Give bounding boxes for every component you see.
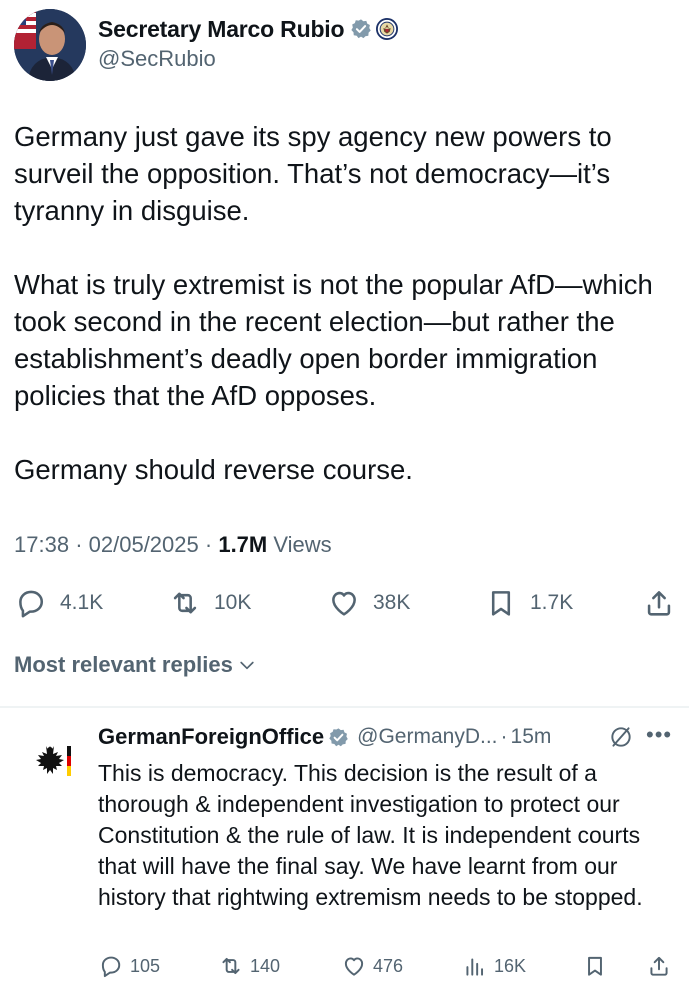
author-handle[interactable]: @SecRubio [98, 46, 398, 72]
bookmark-icon [491, 591, 511, 616]
replies-sort-dropdown[interactable]: Most relevant replies [14, 652, 257, 678]
views-count: 1.7M [218, 532, 268, 557]
tweet-author[interactable]: Secretary Marco Rubio @SecRubio [14, 9, 399, 81]
share-button[interactable] [642, 584, 676, 622]
repost-icon [222, 957, 240, 975]
verified-badge-icon [329, 727, 348, 746]
reply-like-button[interactable]: 476 [341, 950, 403, 982]
reply-share-button[interactable] [646, 950, 672, 982]
views-bar-chart-icon [466, 958, 484, 976]
reply-time[interactable]: 15m [511, 725, 552, 749]
tweet-meta: 17:38 · 02/05/2025 · 1.7M Views [14, 532, 332, 558]
chevron-down-icon [240, 661, 254, 670]
author-avatar[interactable] [14, 9, 86, 81]
reply-bubble-icon [101, 956, 121, 978]
reply-button[interactable]: 4.1K [14, 584, 103, 622]
state-department-seal-icon [376, 18, 399, 40]
repost-icon [173, 592, 197, 614]
author-name[interactable]: Secretary Marco Rubio [98, 16, 345, 43]
reply-actions: 105 140 476 16K [98, 950, 678, 982]
tweet-date[interactable]: 02/05/2025 [89, 532, 199, 557]
tweet-paragraph: Germany should reverse course. [14, 454, 413, 485]
divider [0, 706, 689, 708]
reply-views-count: 16K [494, 955, 527, 976]
tweet-paragraph: Germany just gave its spy agency new pow… [14, 121, 612, 226]
reply-repost-count: 140 [250, 955, 281, 976]
replies-sort-label: Most relevant replies [14, 652, 233, 677]
views-label: Views [273, 532, 332, 557]
share-icon [647, 591, 671, 616]
repost-button[interactable]: 10K [168, 584, 251, 622]
heart-icon [332, 591, 356, 616]
reply-bookmark-button[interactable] [582, 950, 608, 982]
reply-author-handle[interactable]: @GermanyD... [357, 725, 497, 749]
reply-author-name[interactable]: GermanForeignOffice [98, 724, 324, 750]
meta-separator: · [204, 532, 219, 557]
share-icon [650, 956, 668, 976]
reply-reply-button[interactable]: 105 [98, 950, 160, 982]
reply-repost-button[interactable]: 140 [218, 950, 280, 982]
grok-icon[interactable] [608, 724, 634, 750]
tweet-paragraph: What is truly extremist is not the popul… [14, 269, 653, 411]
bookmark-button[interactable]: 1.7K [484, 584, 573, 622]
more-options-icon[interactable]: ••• [646, 722, 672, 748]
repost-count: 10K [214, 591, 252, 614]
meta-separator: · [75, 532, 89, 557]
reply-header: GermanForeignOffice @GermanyD... · 15m •… [98, 720, 678, 754]
reply-count: 4.1K [60, 591, 104, 614]
tweet-time[interactable]: 17:38 [14, 532, 69, 557]
tweet-body: Germany just gave its spy agency new pow… [14, 118, 674, 488]
reply-bubble-icon [19, 590, 44, 618]
german-eagle-logo-icon[interactable] [26, 742, 74, 782]
heart-icon [344, 957, 364, 976]
meta-separator: · [500, 725, 508, 748]
reply-like-count: 476 [373, 955, 404, 976]
like-button[interactable]: 38K [327, 584, 410, 622]
like-count: 38K [373, 591, 411, 614]
verified-badge-icon [351, 19, 372, 39]
tweet-actions: 4.1K 10K 38K 1.7K [14, 584, 678, 622]
reply-reply-count: 105 [130, 955, 161, 976]
reply-views-button[interactable]: 16K [462, 950, 526, 982]
bookmark-icon [588, 956, 602, 976]
reply-body: This is democracy. This decision is the … [98, 760, 643, 910]
bookmark-count: 1.7K [530, 591, 574, 614]
